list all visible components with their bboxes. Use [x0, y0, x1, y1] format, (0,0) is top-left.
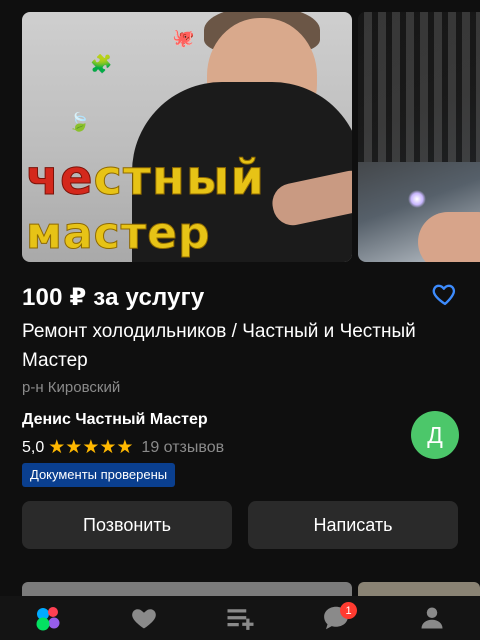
price: 100 ₽ за услугу — [22, 284, 205, 311]
rating-value: 5,0 — [22, 438, 45, 456]
tab-profile[interactable] — [412, 598, 452, 638]
star-icon: ★★★★★ — [48, 437, 134, 458]
tab-favorites[interactable] — [124, 598, 164, 638]
photo-fridge-coil — [358, 12, 480, 162]
write-button[interactable]: Написать — [248, 501, 458, 549]
sticker-icon: 🧩 — [90, 54, 113, 74]
tab-home[interactable] — [28, 598, 68, 638]
favorites-icon — [132, 609, 156, 629]
home-icon — [36, 607, 60, 631]
profile-icon — [421, 607, 443, 629]
avatar[interactable]: Д — [411, 411, 459, 459]
main-photo[interactable]: 🧩 🐙 🍃 честный мастер — [22, 12, 352, 262]
heart-outline-icon — [432, 284, 456, 306]
photo-spark — [408, 190, 426, 208]
photo-overlay-line1: честный — [26, 150, 265, 207]
district: р-н Кировский — [22, 379, 121, 396]
photo-gallery[interactable]: 🧩 🐙 🍃 честный мастер — [0, 0, 480, 270]
tab-messages[interactable]: 1 — [316, 598, 357, 638]
tab-add-listing[interactable] — [220, 598, 260, 638]
favorite-button[interactable] — [430, 280, 460, 308]
sticker-icon: 🐙 — [172, 28, 195, 48]
messages-count-badge: 1 — [340, 602, 357, 619]
add-listing-icon — [227, 609, 254, 630]
photo-overlay-line2: мастер — [26, 208, 211, 260]
seller-rating[interactable]: 5,0 ★★★★★ 19 отзывов — [22, 436, 224, 459]
second-photo[interactable] — [358, 12, 480, 262]
overlay-rest-letters: стный — [93, 150, 265, 207]
photo-hand — [418, 212, 480, 262]
seller-name[interactable]: Денис Частный Мастер — [22, 411, 208, 429]
sticker-icon: 🍃 — [68, 112, 91, 132]
verified-badge: Документы проверены — [22, 463, 176, 487]
call-button[interactable]: Позвонить — [22, 501, 232, 549]
listing-title: Ремонт холодильников / Частный и Честный… — [22, 321, 416, 371]
bottom-tab-bar: 1 — [0, 596, 480, 640]
overlay-red-letters: че — [26, 150, 94, 207]
reviews-count: 19 отзывов — [141, 438, 225, 456]
